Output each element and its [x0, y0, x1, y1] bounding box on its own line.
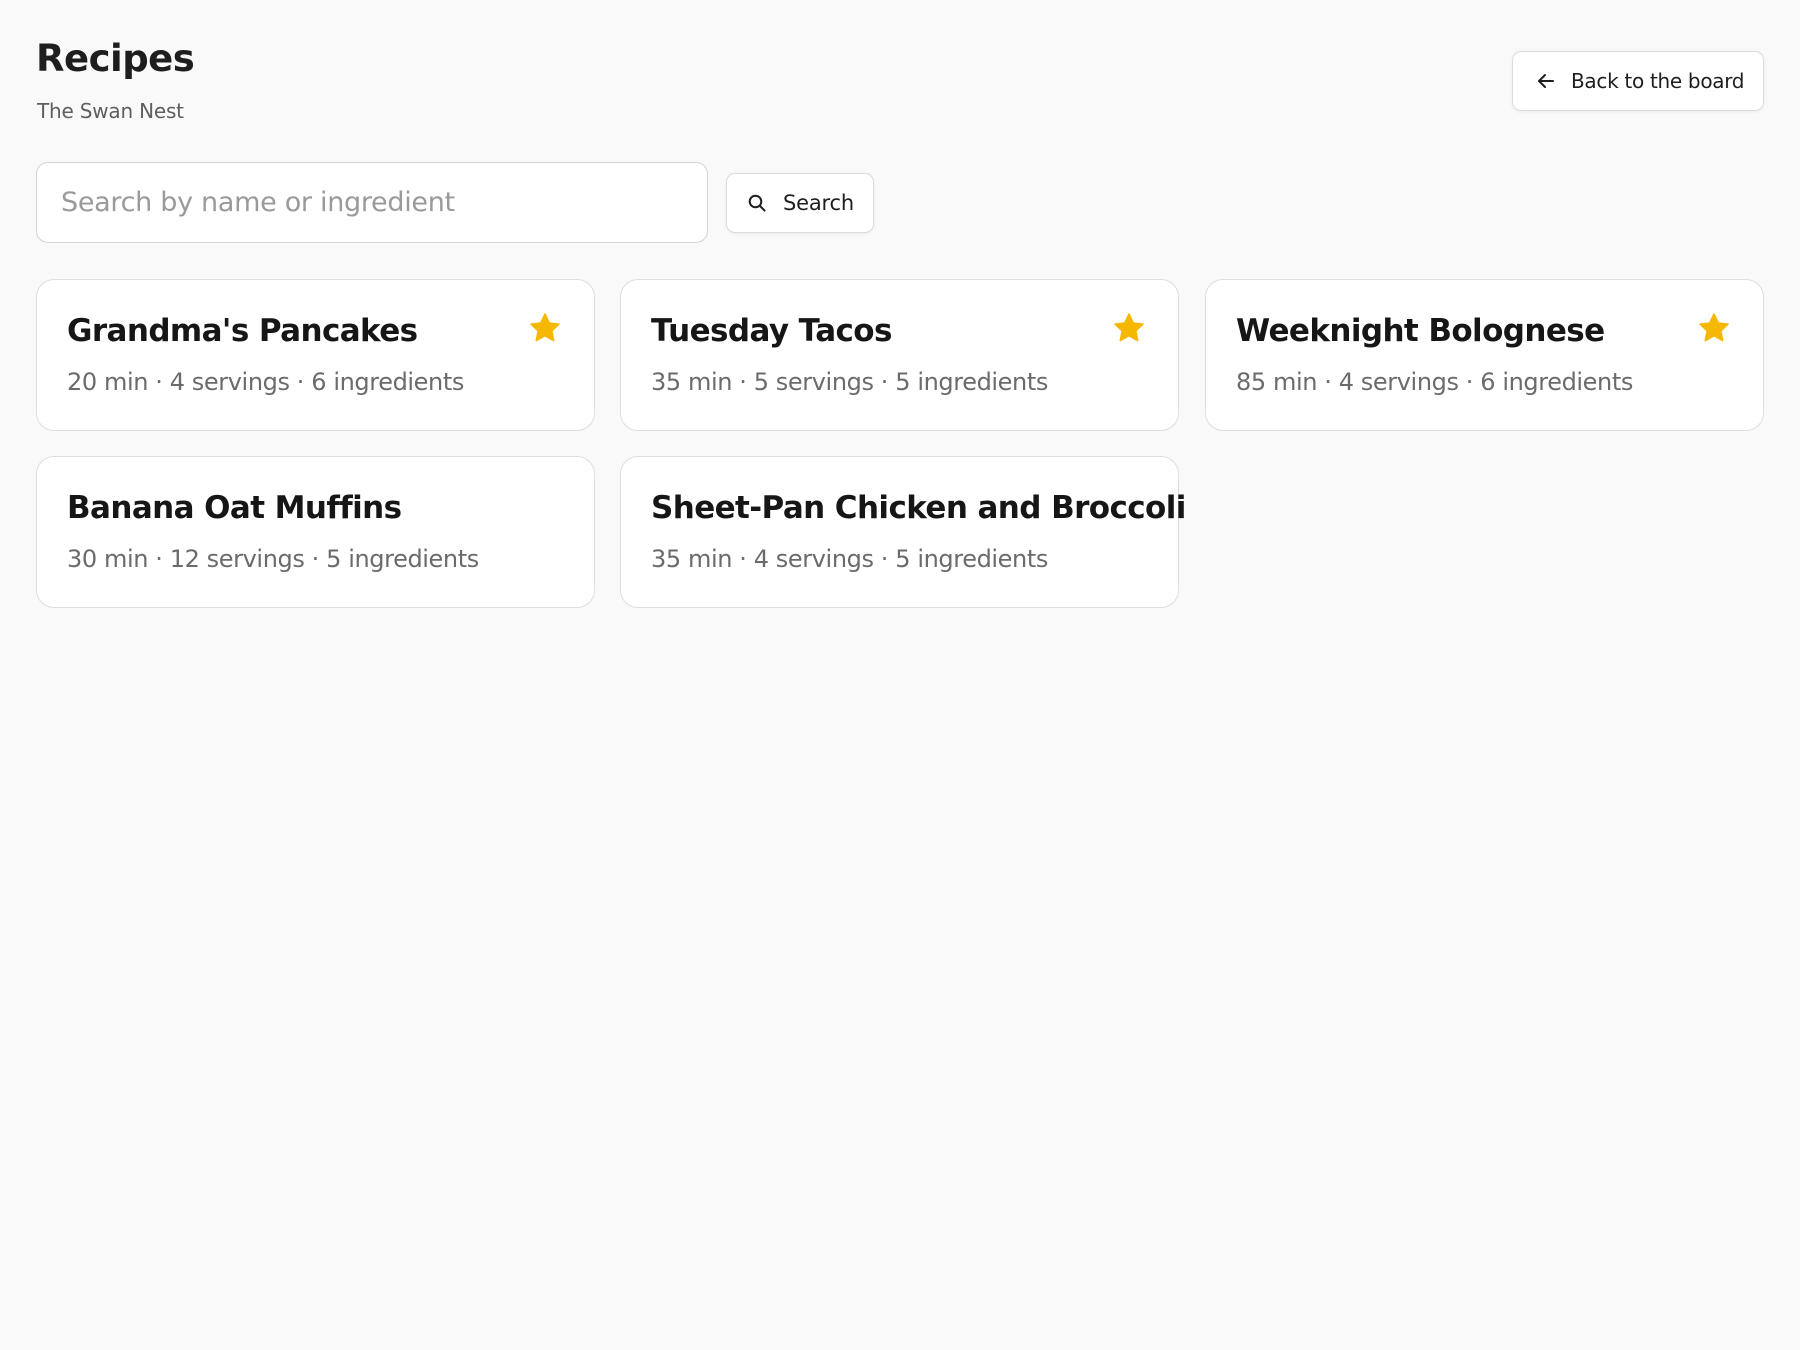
star-icon[interactable]: [528, 311, 562, 345]
search-button[interactable]: Search: [726, 173, 874, 233]
recipe-title: Weeknight Bolognese: [1236, 313, 1605, 349]
recipe-meta: 35 min · 4 servings · 5 ingredients: [651, 545, 1048, 573]
search-button-label: Search: [783, 191, 854, 215]
recipe-card[interactable]: Grandma's Pancakes 20 min · 4 servings ·…: [36, 279, 595, 431]
back-button-label: Back to the board: [1571, 69, 1745, 93]
page-subtitle: The Swan Nest: [37, 99, 184, 123]
recipe-card[interactable]: Tuesday Tacos 35 min · 5 servings · 5 in…: [620, 279, 1179, 431]
back-to-board-button[interactable]: Back to the board: [1512, 51, 1764, 111]
recipe-meta: 85 min · 4 servings · 6 ingredients: [1236, 368, 1633, 396]
recipe-card[interactable]: Sheet-Pan Chicken and Broccoli 35 min · …: [620, 456, 1186, 608]
recipe-meta: 30 min · 12 servings · 5 ingredients: [67, 545, 479, 573]
arrow-left-icon: [1535, 70, 1557, 92]
search-input[interactable]: [36, 162, 708, 243]
search-icon: [747, 193, 767, 213]
star-icon[interactable]: [1112, 311, 1146, 345]
recipe-meta: 20 min · 4 servings · 6 ingredients: [67, 368, 464, 396]
page-title: Recipes: [36, 37, 195, 80]
recipe-title: Sheet-Pan Chicken and Broccoli: [651, 490, 1186, 526]
star-icon[interactable]: [1697, 311, 1731, 345]
recipe-title: Grandma's Pancakes: [67, 313, 418, 349]
recipe-title: Banana Oat Muffins: [67, 490, 402, 526]
recipe-title: Tuesday Tacos: [651, 313, 892, 349]
recipe-card[interactable]: Banana Oat Muffins 30 min · 12 servings …: [36, 456, 595, 608]
recipe-card[interactable]: Weeknight Bolognese 85 min · 4 servings …: [1205, 279, 1764, 431]
recipe-meta: 35 min · 5 servings · 5 ingredients: [651, 368, 1048, 396]
